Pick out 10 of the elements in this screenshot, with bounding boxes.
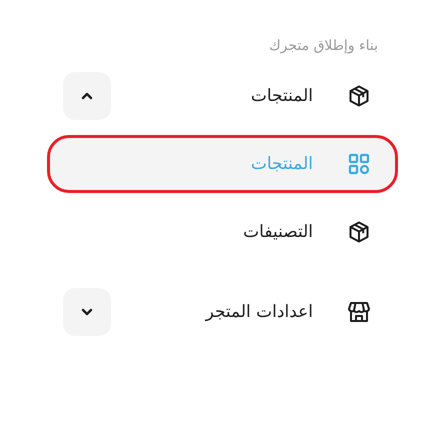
store-icon [347,300,371,324]
menu-item[interactable]: التصنيفات [47,203,398,261]
expand-button[interactable] [63,288,111,336]
box-icon [347,220,371,244]
menu-item[interactable]: اعدادات المتجر [47,283,398,341]
section-title: بناء وإطلاق متجرك [269,38,379,54]
grid-icon [347,152,371,176]
menu-item[interactable]: المنتجات [47,67,398,125]
collapse-button[interactable] [63,72,111,120]
box-icon [347,84,371,108]
